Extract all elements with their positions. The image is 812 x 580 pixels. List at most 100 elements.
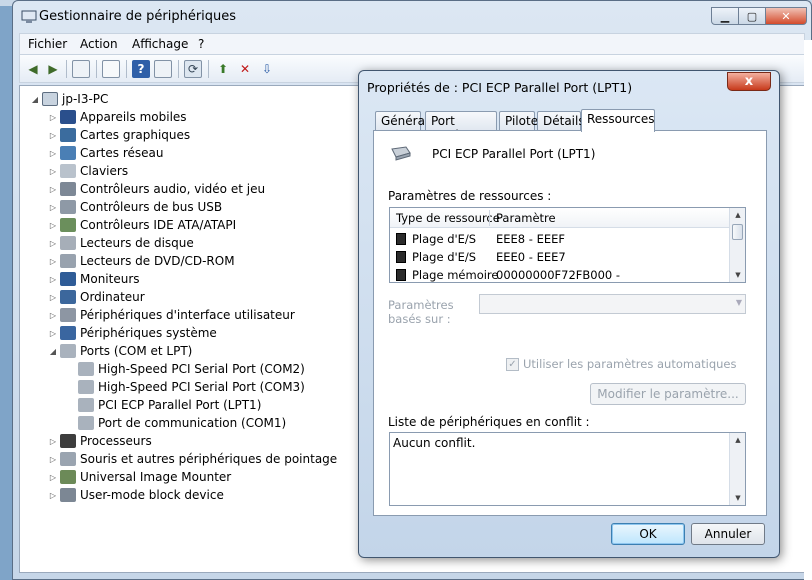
scan-hardware-icon[interactable]: ⟳	[184, 60, 202, 78]
resources-label: Paramètres de ressources :	[388, 189, 552, 203]
view-icon[interactable]	[154, 60, 172, 78]
tab-general[interactable]: Général	[375, 111, 428, 131]
expand-icon[interactable]: ▷	[48, 185, 58, 194]
expand-icon[interactable]: ▷	[48, 149, 58, 158]
dialog-title: Propriétés de : PCI ECP Parallel Port (L…	[367, 80, 633, 95]
expand-icon[interactable]: ▷	[48, 257, 58, 266]
expand-icon[interactable]: ▷	[48, 113, 58, 122]
tree-item[interactable]: ▷ Processeurs	[48, 432, 152, 450]
column-header-type[interactable]: Type de ressource	[396, 211, 500, 225]
tab-port-settings[interactable]: Port Settings	[425, 111, 497, 142]
column-header-value[interactable]: Paramètre	[496, 211, 556, 225]
tree-item[interactable]: ▷ Contrôleurs audio, vidéo et jeu	[48, 180, 265, 198]
enable-device-icon[interactable]: ⇩	[258, 60, 276, 78]
tree-child-item[interactable]: High-Speed PCI Serial Port (COM3)	[76, 378, 305, 396]
expand-icon[interactable]: ▷	[48, 293, 58, 302]
tree-child-item[interactable]: High-Speed PCI Serial Port (COM2)	[76, 360, 305, 378]
scroll-thumb[interactable]	[732, 224, 743, 240]
expand-icon[interactable]: ▷	[48, 473, 58, 482]
menu-affichage[interactable]: Affichage	[132, 37, 188, 51]
tree-child-label: Port de communication (COM1)	[98, 416, 287, 430]
table-row[interactable]: Plage d'E/S EEE8 - EEEF	[390, 230, 729, 248]
collapse-icon[interactable]: ◢	[48, 347, 58, 356]
tree-item[interactable]: ▷ Universal Image Mounter	[48, 468, 231, 486]
network-adapter-icon	[60, 146, 76, 160]
uninstall-icon[interactable]: ✕	[236, 60, 254, 78]
tree-item[interactable]: ▷ Périphériques système	[48, 324, 217, 342]
maximize-icon[interactable]: ▢	[738, 7, 766, 25]
tree-child-item[interactable]: PCI ECP Parallel Port (LPT1)	[76, 396, 261, 414]
update-driver-icon[interactable]: ⬆	[214, 60, 232, 78]
tree-item[interactable]: ▷ Cartes réseau	[48, 144, 163, 162]
show-hide-tree-icon[interactable]	[72, 60, 90, 78]
scroll-up-icon[interactable]: ▲	[730, 208, 745, 222]
back-arrow-icon[interactable]: ◀	[24, 60, 42, 78]
menu-help[interactable]: ?	[198, 37, 204, 51]
table-scrollbar[interactable]: ▲ ▼	[729, 208, 745, 282]
expand-icon[interactable]: ▷	[48, 131, 58, 140]
tree-item-label: User-mode block device	[80, 488, 224, 502]
tree-item[interactable]: ▷ Lecteurs de disque	[48, 234, 194, 252]
tree-item[interactable]: ▷ Contrôleurs IDE ATA/ATAPI	[48, 216, 236, 234]
help-icon[interactable]: ?	[132, 60, 150, 78]
scroll-up-icon[interactable]: ▲	[730, 433, 746, 447]
table-row[interactable]: Plage mémoire 00000000F72FB000 - 0000000…	[390, 266, 729, 282]
block-device-icon	[60, 488, 76, 502]
expand-icon[interactable]: ▷	[48, 311, 58, 320]
menu-action[interactable]: Action	[80, 37, 118, 51]
expand-icon[interactable]: ▷	[48, 239, 58, 248]
tree-root[interactable]: ◢ jp-I3-PC	[30, 90, 108, 108]
tree-item[interactable]: ▷ Moniteurs	[48, 270, 140, 288]
tree-item-label: Périphériques d'interface utilisateur	[80, 308, 295, 322]
tree-item[interactable]: ▷ Contrôleurs de bus USB	[48, 198, 222, 216]
conflict-list-box[interactable]: Aucun conflit. ▲ ▼	[389, 432, 746, 506]
modify-setting-button[interactable]: Modifier le paramètre...	[590, 383, 746, 405]
cancel-button[interactable]: Annuler	[691, 523, 765, 545]
tab-pilote[interactable]: Pilote	[499, 111, 538, 131]
conflict-list-label: Liste de périphériques en conflit :	[388, 415, 590, 429]
auto-settings-checkbox[interactable]: ✓	[506, 357, 519, 371]
tab-ressources[interactable]: Ressources	[581, 109, 655, 132]
tree-item-label: Claviers	[80, 164, 129, 178]
tree-item[interactable]: ▷ Périphériques d'interface utilisateur	[48, 306, 295, 324]
tree-child-item[interactable]: Port de communication (COM1)	[76, 414, 286, 432]
chevron-down-icon: ▼	[735, 298, 742, 307]
tree-item[interactable]: ▷ User-mode block device	[48, 486, 224, 504]
properties-icon[interactable]	[102, 60, 120, 78]
ok-button[interactable]: OK	[611, 523, 685, 545]
tree-item[interactable]: ▷ Ordinateur	[48, 288, 145, 306]
table-row[interactable]: Plage d'E/S EEE0 - EEE7	[390, 248, 729, 266]
minimize-icon[interactable]: ▁	[711, 7, 739, 25]
port-icon	[60, 344, 76, 358]
tree-item[interactable]: ▷ Lecteurs de DVD/CD-ROM	[48, 252, 235, 270]
expand-icon[interactable]: ▷	[48, 455, 58, 464]
expand-icon[interactable]: ▷	[48, 329, 58, 338]
menu-fichier[interactable]: Fichier	[28, 37, 67, 51]
expand-icon[interactable]: ▷	[48, 491, 58, 500]
device-manager-icon	[21, 10, 37, 23]
hid-icon	[60, 308, 76, 322]
resources-table[interactable]: Type de ressource Paramètre Plage d'E/S …	[389, 207, 746, 283]
tab-details[interactable]: Détails	[537, 111, 585, 131]
forward-arrow-icon[interactable]: ▶	[44, 60, 62, 78]
close-icon[interactable]: x	[727, 72, 771, 91]
tree-item[interactable]: ▷ Claviers	[48, 162, 128, 180]
collapse-icon[interactable]: ◢	[30, 95, 40, 104]
tree-item[interactable]: ◢ Ports (COM et LPT)	[48, 342, 192, 360]
conflict-scrollbar[interactable]: ▲ ▼	[729, 433, 745, 505]
scroll-down-icon[interactable]: ▼	[730, 491, 746, 505]
close-icon[interactable]: ✕	[765, 7, 807, 25]
expand-icon[interactable]: ▷	[48, 167, 58, 176]
expand-icon[interactable]: ▷	[48, 437, 58, 446]
settings-based-on-select[interactable]: ▼	[479, 294, 746, 314]
expand-icon[interactable]: ▷	[48, 203, 58, 212]
tree-item-label: Appareils mobiles	[80, 110, 187, 124]
scroll-down-icon[interactable]: ▼	[730, 268, 745, 282]
tree-item[interactable]: ▷ Cartes graphiques	[48, 126, 190, 144]
tree-item-label: Contrôleurs IDE ATA/ATAPI	[80, 218, 237, 232]
expand-icon[interactable]: ▷	[48, 275, 58, 284]
tree-item-label: Lecteurs de disque	[80, 236, 194, 250]
tree-item[interactable]: ▷ Appareils mobiles	[48, 108, 187, 126]
tree-item[interactable]: ▷ Souris et autres périphériques de point…	[48, 450, 337, 468]
expand-icon[interactable]: ▷	[48, 221, 58, 230]
